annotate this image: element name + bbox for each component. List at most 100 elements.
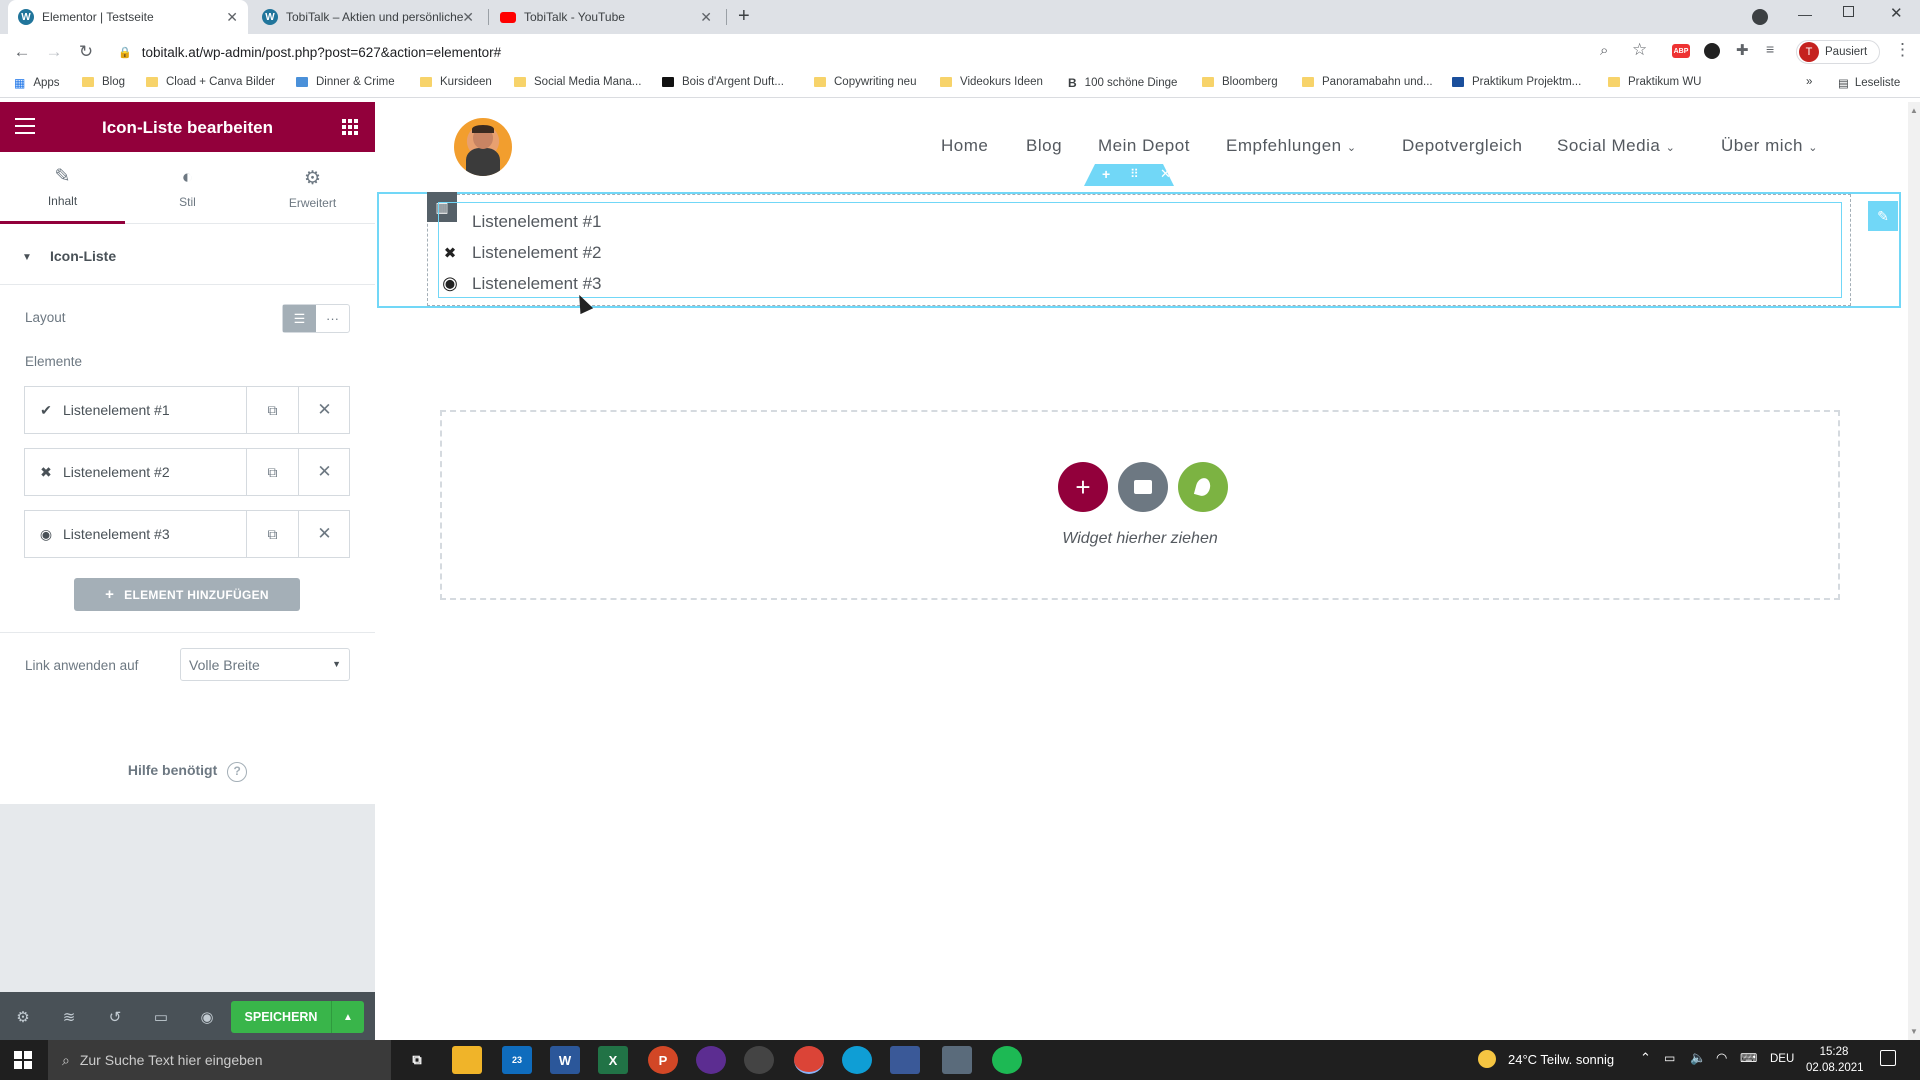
zoom-icon[interactable]: ⌕ <box>1600 42 1608 59</box>
close-icon[interactable]: ✕ <box>700 9 712 26</box>
browser-tab-youtube[interactable]: TobiTalk - YouTube ✕ <box>490 0 722 34</box>
tab-style[interactable]: ◐ Stil <box>125 152 250 224</box>
volume-icon[interactable]: 🔈 <box>1690 1050 1706 1066</box>
bookmark-item[interactable]: Dinner & Crime <box>296 76 395 88</box>
remove-button[interactable]: ✕ <box>299 511 350 557</box>
bookmark-item[interactable]: Blog <box>82 76 125 88</box>
save-button[interactable]: SPEICHERN <box>231 1001 331 1033</box>
add-section-icon[interactable]: + <box>1102 166 1110 182</box>
site-logo-avatar[interactable] <box>454 118 512 176</box>
repeater-item-title[interactable]: ◉ Listenelement #3 <box>25 511 247 557</box>
remove-button[interactable]: ✕ <box>299 387 350 433</box>
network-icon[interactable]: ▭ <box>1664 1051 1675 1065</box>
chrome-icon[interactable] <box>794 1046 824 1074</box>
delete-section-icon[interactable]: ✕ <box>1160 166 1171 182</box>
spotify-icon[interactable] <box>992 1046 1022 1074</box>
close-icon[interactable]: ✕ <box>462 9 474 26</box>
bookmarks-overflow[interactable]: » <box>1806 76 1812 88</box>
close-icon[interactable]: ✕ <box>226 9 238 26</box>
nav-depotvergleich[interactable]: Depotvergleich <box>1402 136 1522 156</box>
browser-tab-elementor[interactable]: W Elementor | Testseite ✕ <box>8 0 248 34</box>
help-link[interactable]: Hilfe benötigt ? <box>0 762 375 782</box>
word-icon[interactable]: W <box>550 1046 580 1074</box>
task-view-icon[interactable]: ⧉ <box>402 1046 432 1074</box>
language-indicator[interactable]: DEU <box>1770 1053 1794 1065</box>
nav-social-media[interactable]: Social Media ⌄ <box>1557 136 1675 156</box>
bookmark-item[interactable]: B 100 schöne Dinge <box>1068 76 1177 90</box>
bookmark-apps[interactable]: ▦ Apps <box>14 76 60 90</box>
more-menu-icon[interactable]: ⋮ <box>1894 40 1911 60</box>
reload-button[interactable]: ↻ <box>74 40 98 64</box>
add-element-button[interactable]: + ELEMENT HINZUFÜGEN <box>74 578 300 611</box>
minimize-button[interactable]: — <box>1798 6 1812 22</box>
save-options-icon[interactable]: ▲ <box>331 1001 364 1033</box>
grammarly-icon[interactable] <box>1704 43 1720 59</box>
envato-kit-button[interactable] <box>1178 462 1228 512</box>
duplicate-button[interactable]: ⧉ <box>247 511 299 557</box>
mail-icon[interactable]: 23 <box>502 1046 532 1074</box>
preview-eye-icon[interactable]: ◉ <box>184 992 230 1042</box>
repeater-item-title[interactable]: ✖ Listenelement #2 <box>25 449 247 495</box>
media-control-icon[interactable]: ≡ <box>1766 41 1774 57</box>
profile-button[interactable]: T Pausiert <box>1796 40 1880 64</box>
add-section-dropzone[interactable]: + Widget hierher ziehen <box>440 410 1840 600</box>
weather-text[interactable]: 24°C Teilw. sonnig <box>1508 1052 1614 1067</box>
reading-list[interactable]: ▤ Leseliste <box>1838 76 1900 90</box>
layout-default-icon[interactable]: ☰ <box>283 305 316 332</box>
bookmark-item[interactable]: Kursideen <box>420 76 492 88</box>
nav-blog[interactable]: Blog <box>1026 136 1062 156</box>
obs-icon[interactable] <box>744 1046 774 1074</box>
bookmark-star-icon[interactable]: ☆ <box>1632 40 1647 60</box>
bookmark-item[interactable]: Praktikum WU <box>1608 76 1701 88</box>
duplicate-button[interactable]: ⧉ <box>247 387 299 433</box>
nav-mein-depot[interactable]: Mein Depot <box>1098 136 1190 156</box>
maximize-button[interactable] <box>1843 6 1854 17</box>
bookmark-item[interactable]: Copywriting neu <box>814 76 916 88</box>
weather-icon[interactable] <box>1478 1050 1496 1068</box>
bookmark-item[interactable]: Praktikum Projektm... <box>1452 76 1581 88</box>
navigator-icon[interactable]: ≋ <box>46 992 92 1042</box>
repeater-item-title[interactable]: ✔ Listenelement #1 <box>25 387 247 433</box>
history-icon[interactable]: ↺ <box>92 992 138 1042</box>
app-icon[interactable] <box>890 1046 920 1074</box>
widgets-grid-icon[interactable] <box>342 119 358 135</box>
powerpoint-icon[interactable]: P <box>648 1046 678 1074</box>
app-icon[interactable] <box>696 1046 726 1074</box>
bookmark-item[interactable]: Panoramabahn und... <box>1302 76 1433 88</box>
caret-down-icon[interactable]: ▼ <box>22 252 32 263</box>
extensions-icon[interactable]: ✚ <box>1736 41 1749 59</box>
clock[interactable]: 15:28 02.08.2021 <box>1806 1044 1864 1076</box>
back-button[interactable]: ← <box>10 40 34 64</box>
nav-ueber-mich[interactable]: Über mich ⌄ <box>1721 136 1818 156</box>
bookmark-item[interactable]: Bloomberg <box>1202 76 1278 88</box>
page-scrollbar[interactable]: ▲ ▼ <box>1908 102 1920 1040</box>
drag-handle-icon[interactable]: ⠿ <box>1130 167 1139 181</box>
bookmark-item[interactable]: Social Media Mana... <box>514 76 641 88</box>
add-new-section-button[interactable]: + <box>1058 462 1108 512</box>
section-title[interactable]: Icon-Liste <box>50 248 116 264</box>
bookmark-item[interactable]: Videokurs Ideen <box>940 76 1043 88</box>
adblock-icon[interactable]: ABP <box>1672 44 1690 58</box>
tray-chevron-icon[interactable]: ⌃ <box>1640 1050 1651 1066</box>
tab-content[interactable]: ✎ Inhalt <box>0 152 125 224</box>
nav-empfehlungen[interactable]: Empfehlungen ⌄ <box>1226 136 1357 156</box>
forward-button[interactable]: → <box>42 40 66 64</box>
duplicate-button[interactable]: ⧉ <box>247 449 299 495</box>
settings-icon[interactable]: ⚙ <box>0 992 46 1042</box>
notification-icon[interactable] <box>1880 1050 1896 1066</box>
taskbar-search[interactable]: ⌕ Zur Suche Text hier eingeben <box>48 1040 391 1080</box>
link-select[interactable]: Volle Breite ▼ <box>180 648 350 681</box>
layout-inline-icon[interactable]: ··· <box>316 305 349 332</box>
responsive-mode-icon[interactable]: ▭ <box>138 992 184 1042</box>
excel-icon[interactable]: X <box>598 1046 628 1074</box>
edge-icon[interactable] <box>842 1046 872 1074</box>
file-explorer-icon[interactable] <box>452 1046 482 1074</box>
edit-widget-icon[interactable]: ✎ <box>1868 201 1898 231</box>
tab-advanced[interactable]: ⚙ Erweitert <box>250 152 375 224</box>
tab-search-icon[interactable] <box>1752 9 1768 25</box>
wifi-icon[interactable]: ◠ <box>1716 1050 1727 1066</box>
remove-button[interactable]: ✕ <box>299 449 350 495</box>
nav-home[interactable]: Home <box>941 136 988 156</box>
close-window-button[interactable]: ✕ <box>1890 4 1903 22</box>
keyboard-icon[interactable]: ⌨ <box>1740 1051 1757 1065</box>
